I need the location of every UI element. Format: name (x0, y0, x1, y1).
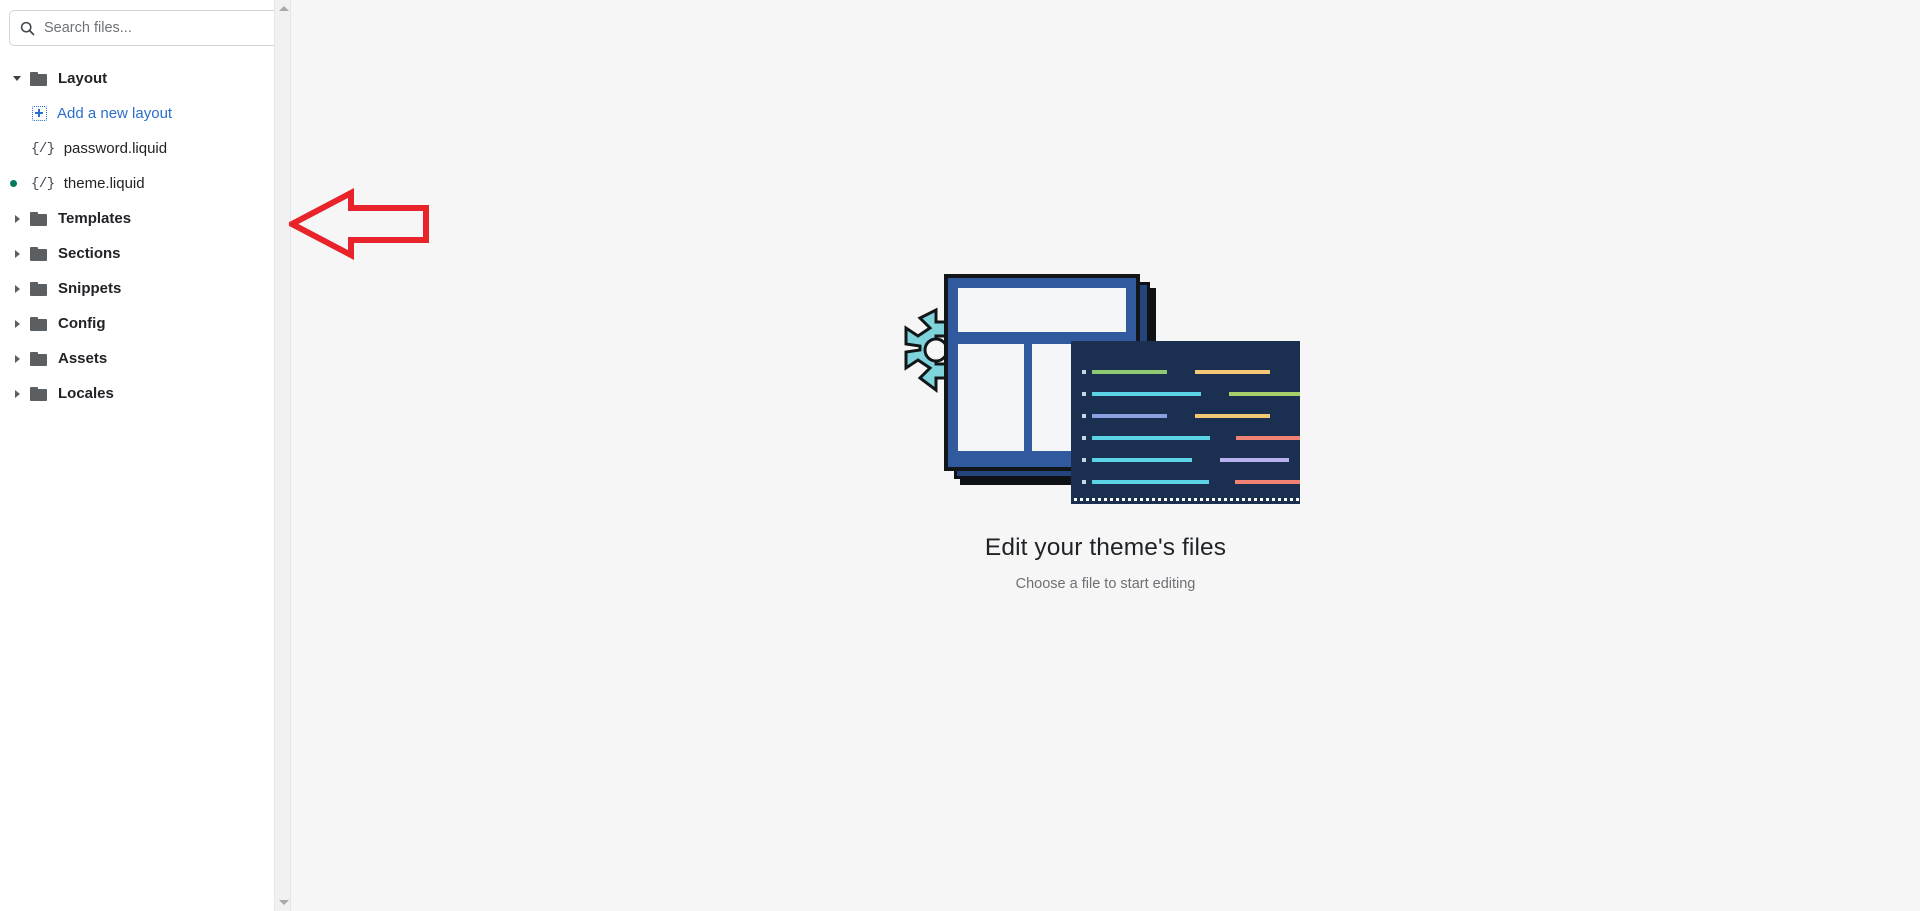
search-input[interactable] (44, 20, 268, 36)
folder-icon (30, 246, 47, 261)
sidebar-scrollbar[interactable] (274, 0, 291, 911)
tree-item-label: Add a new layout (57, 105, 173, 122)
tree-item-snippets[interactable]: Snippets (0, 271, 291, 306)
code-panel-lines (1071, 341, 1300, 498)
code-line (1081, 427, 1300, 449)
folder-icon (30, 211, 47, 226)
file-tree: Layout Add a new layout {/} password.liquid… (0, 61, 291, 411)
tree-item-assets[interactable]: Assets (0, 341, 291, 376)
folder-icon (30, 71, 47, 86)
folder-icon (30, 351, 47, 366)
chevron-down-icon[interactable] (9, 76, 25, 81)
layout-page-header (957, 288, 1126, 332)
tree-item-label: Assets (58, 350, 108, 367)
tree-item-label: theme.liquid (63, 175, 145, 192)
code-line-bullet (1081, 458, 1086, 462)
sidebar-content: Layout Add a new layout {/} password.liquid… (0, 0, 291, 911)
folder-icon (30, 386, 47, 401)
code-line-bullet (1081, 480, 1086, 484)
unsaved-changes-dot (10, 180, 17, 187)
code-token (1219, 458, 1289, 462)
code-line-bullet (1081, 436, 1086, 440)
code-line (1081, 471, 1300, 493)
tree-item-label: Layout (58, 70, 108, 87)
tree-item-config[interactable]: Config (0, 306, 291, 341)
tree-item-theme[interactable]: {/} theme.liquid (0, 166, 291, 201)
editor-main-panel: Edit your theme's files Choose a file to… (291, 0, 1920, 911)
code-token (1235, 480, 1300, 484)
folder-icon (30, 316, 47, 331)
code-token (1091, 436, 1211, 440)
code-token (1236, 436, 1300, 440)
search-files-box[interactable] (9, 10, 279, 46)
file-tree-sidebar: Layout Add a new layout {/} password.liquid… (0, 0, 291, 911)
tree-item-label: Sections (58, 245, 121, 262)
code-token (1091, 392, 1201, 396)
chevron-right-icon[interactable] (9, 354, 25, 363)
code-token (1091, 480, 1210, 484)
add-square-icon (32, 106, 47, 121)
tree-item-password[interactable]: {/} password.liquid (0, 131, 291, 166)
tree-item-label: Locales (58, 385, 114, 402)
code-line (1081, 361, 1300, 383)
page-title: Edit your theme's files (984, 534, 1227, 561)
tree-item-label: Snippets (58, 280, 122, 297)
tree-item-label: password.liquid (63, 140, 168, 157)
code-line (1081, 449, 1300, 471)
tree-item-templates[interactable]: Templates (0, 201, 291, 236)
chevron-right-icon[interactable] (9, 249, 25, 258)
code-token (1228, 392, 1300, 396)
code-panel-dither-edge (1070, 498, 1300, 504)
liquid-file-icon: {/} (31, 175, 55, 192)
chevron-right-icon[interactable] (9, 319, 25, 328)
chevron-right-icon[interactable] (9, 284, 25, 293)
code-token (1091, 414, 1167, 418)
liquid-file-icon: {/} (31, 140, 55, 157)
chevron-right-icon[interactable] (9, 389, 25, 398)
code-line-bullet (1081, 392, 1086, 396)
empty-state: Edit your theme's files Choose a file to… (726, 268, 1486, 592)
search-area (0, 0, 291, 46)
tree-item-label: Templates (58, 210, 132, 227)
tree-item-layout[interactable]: Layout (0, 61, 291, 96)
folder-icon (30, 281, 47, 296)
theme-files-illustration (896, 268, 1316, 520)
code-line-bullet (1081, 370, 1086, 374)
search-icon (20, 21, 35, 36)
code-line (1081, 383, 1300, 405)
chevron-right-icon[interactable] (9, 214, 25, 223)
tree-item-locales[interactable]: Locales (0, 376, 291, 411)
layout-page-left-column (957, 344, 1024, 451)
code-line-bullet (1081, 414, 1086, 418)
empty-state-subtitle: Choose a file to start editing (1015, 576, 1196, 592)
code-token (1194, 370, 1270, 374)
code-token (1091, 458, 1192, 462)
code-line (1081, 405, 1300, 427)
code-token (1091, 370, 1167, 374)
tree-item-add-layout[interactable]: Add a new layout (0, 96, 291, 131)
tree-item-sections[interactable]: Sections (0, 236, 291, 271)
tree-item-label: Config (58, 315, 106, 332)
theme-editor-app: Layout Add a new layout {/} password.liquid… (0, 0, 1920, 911)
code-token (1194, 414, 1270, 418)
